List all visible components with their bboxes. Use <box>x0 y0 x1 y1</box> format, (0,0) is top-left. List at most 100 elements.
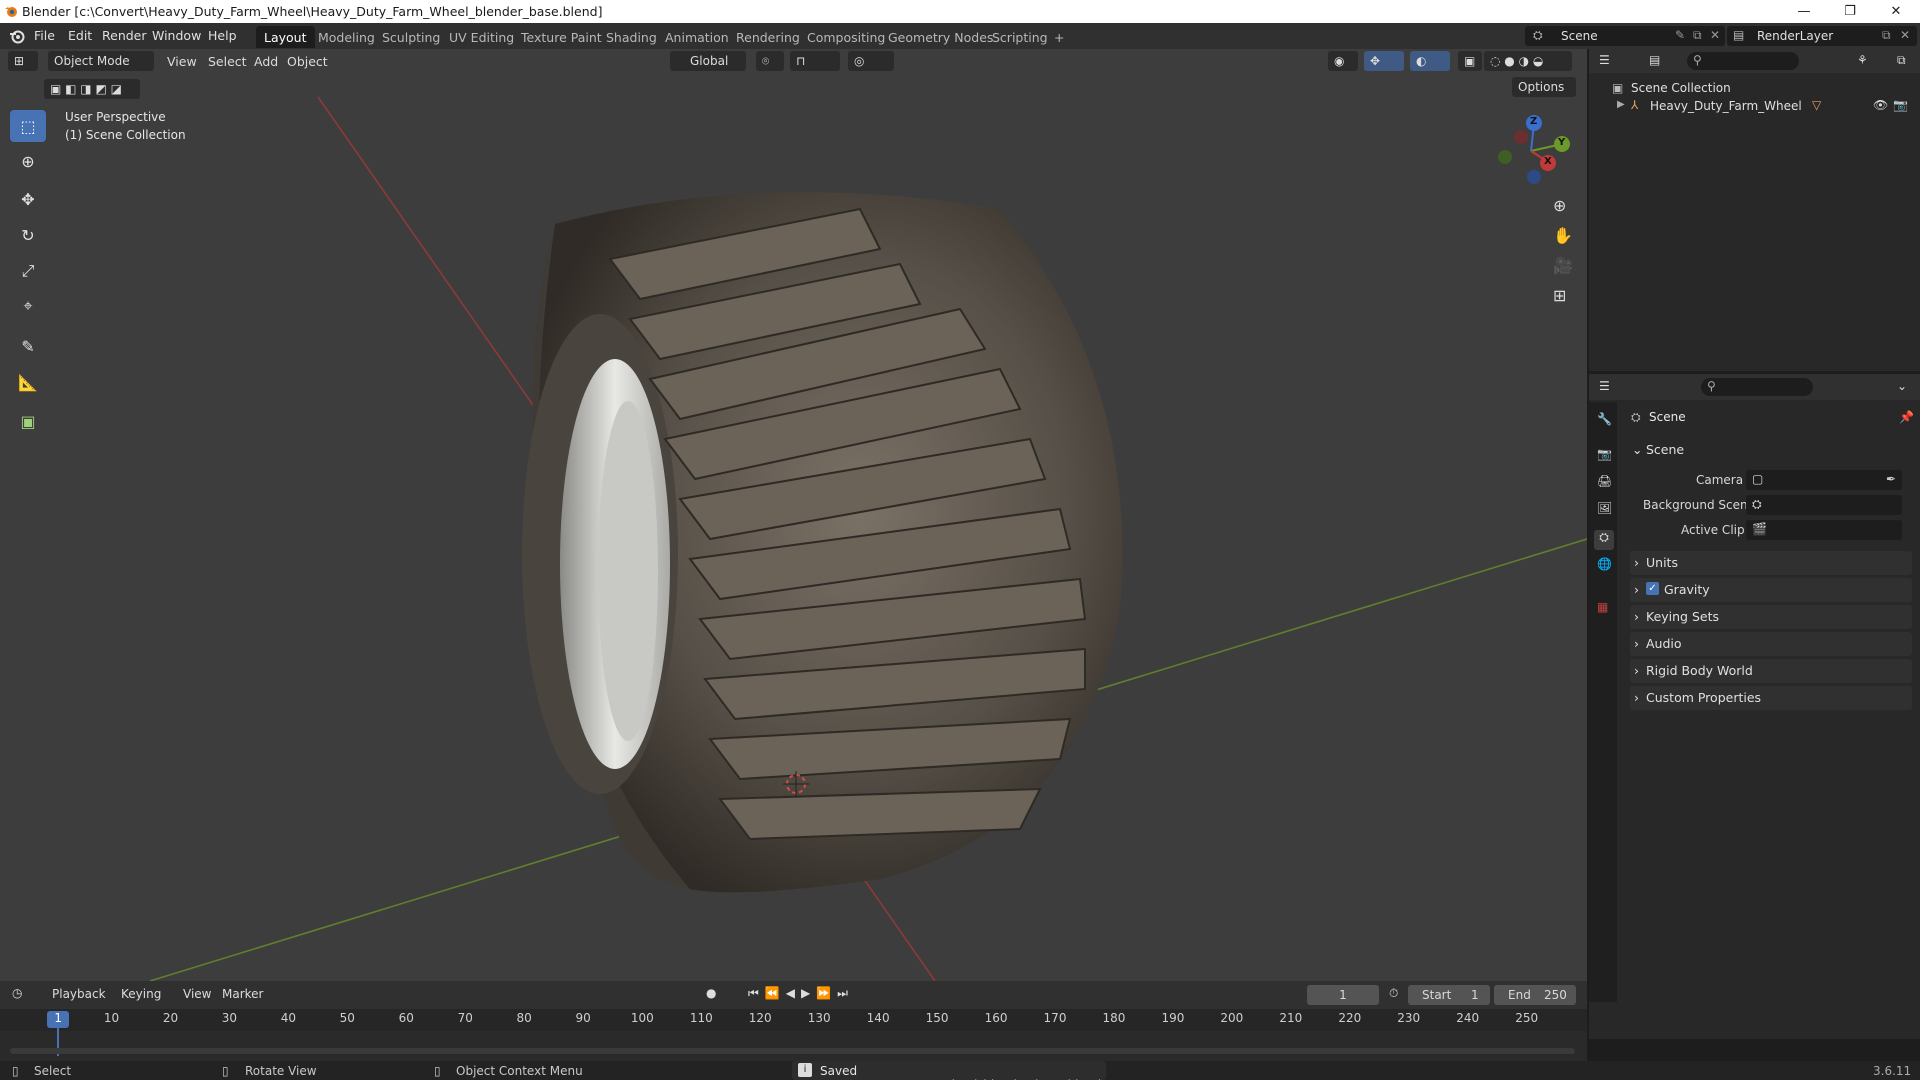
eye-visibility-icon[interactable]: 👁 <box>1873 98 1888 112</box>
display-mode-icon[interactable]: ▤ <box>1649 53 1660 67</box>
minimize-button[interactable]: — <box>1781 0 1827 23</box>
texture-tab-icon[interactable]: ▦ <box>1597 600 1608 614</box>
gravity-panel[interactable]: › ✓ Gravity <box>1630 578 1912 602</box>
delete-layer-icon[interactable]: ✕ <box>1900 28 1910 42</box>
transform-orientation-dropdown[interactable]: Global <box>670 51 746 71</box>
output-tab-icon[interactable]: 🖨 <box>1597 474 1612 488</box>
background-scene-field[interactable]: ⛭ <box>1746 495 1902 515</box>
tab-shading[interactable]: Shading <box>598 26 665 48</box>
editor-type-icon[interactable]: ⊞ <box>8 51 38 71</box>
eyedropper-icon[interactable]: ✒ <box>1886 472 1896 486</box>
cursor-tool[interactable]: ⊕ <box>10 145 46 177</box>
tab-uv-editing[interactable]: UV Editing <box>441 26 522 48</box>
menu-edit[interactable]: Edit <box>68 28 92 43</box>
tab-layout[interactable]: Layout <box>256 26 315 48</box>
zoom-icon[interactable]: ⊕ <box>1553 196 1566 215</box>
menu-object[interactable]: Object <box>287 54 328 69</box>
tab-animation[interactable]: Animation <box>657 26 737 48</box>
end-frame-field[interactable]: End 250 <box>1494 985 1576 1005</box>
snap-icon[interactable]: ⊓ <box>790 51 840 71</box>
scene-collection-label[interactable]: Scene Collection <box>1631 81 1731 95</box>
renderlayer-selector[interactable]: RenderLayer ▤ ⧉ ✕ <box>1727 26 1917 46</box>
close-button[interactable]: ✕ <box>1873 0 1919 23</box>
menu-file[interactable]: File <box>34 28 55 43</box>
rigid-body-world-panel[interactable]: › Rigid Body World <box>1630 659 1912 683</box>
pin-icon[interactable]: ✎ <box>1675 28 1685 42</box>
measure-tool[interactable]: 📐 <box>10 366 46 398</box>
render-tab-icon[interactable]: 📷 <box>1597 447 1612 461</box>
select-mode-icons[interactable]: ▣ ◧ ◨ ◩ ◪ <box>44 79 140 99</box>
start-frame-field[interactable]: Start 1 <box>1408 985 1490 1005</box>
transform-tool[interactable]: ⌖ <box>10 290 46 322</box>
outliner-search-input[interactable]: ⚲ <box>1687 52 1799 70</box>
move-tool[interactable]: ✥ <box>10 183 46 215</box>
scene-tab-icon[interactable]: ⛭ <box>1594 530 1614 550</box>
menu-window[interactable]: Window <box>152 28 201 43</box>
proportional-edit-icon[interactable]: ◎ <box>848 51 894 71</box>
rotate-tool[interactable]: ↻ <box>10 219 46 251</box>
menu-timeline-view[interactable]: View <box>183 987 211 1001</box>
render-camera-icon[interactable]: 📷 <box>1893 98 1908 112</box>
annotate-tool[interactable]: ✎ <box>10 330 46 362</box>
current-frame-field[interactable]: 1 <box>1307 985 1379 1005</box>
filter-icon[interactable]: ⚘ <box>1857 53 1868 67</box>
tab-scripting[interactable]: Scripting <box>984 26 1056 48</box>
properties-dropdown-icon[interactable]: ⌄ <box>1897 379 1907 393</box>
view-layer-tab-icon[interactable]: 🖼 <box>1597 501 1612 515</box>
active-clip-field[interactable]: 🎬 <box>1746 520 1902 540</box>
timeline-scrollbar[interactable] <box>10 1048 1575 1054</box>
audio-panel[interactable]: › Audio <box>1630 632 1912 656</box>
xray-icon[interactable]: ▣ <box>1458 51 1482 71</box>
playback-controls[interactable]: ⏮⏪◀▶⏩⏭ <box>748 986 854 1001</box>
blender-menu-icon[interactable] <box>9 28 25 44</box>
visibility-icon[interactable]: ◉ <box>1328 51 1358 71</box>
tab-rendering[interactable]: Rendering <box>728 26 808 48</box>
tab-sculpting[interactable]: Sculpting <box>374 26 448 48</box>
pivot-point-icon[interactable]: ⌾ <box>756 51 784 71</box>
menu-view[interactable]: View <box>167 54 197 69</box>
maximize-button[interactable]: ❐ <box>1827 0 1873 23</box>
menu-render[interactable]: Render <box>102 28 147 43</box>
ortho-grid-icon[interactable]: ⊞ <box>1553 286 1566 305</box>
menu-help[interactable]: Help <box>208 28 237 43</box>
add-workspace-button[interactable]: + <box>1046 26 1072 48</box>
shading-mode-icons[interactable]: ◌ ● ◑ ◒ <box>1484 51 1572 71</box>
properties-editor-icon[interactable]: ☰ <box>1599 379 1610 393</box>
gravity-checkbox[interactable]: ✓ <box>1646 582 1659 595</box>
auto-keying-icon[interactable]: ● <box>706 986 716 1000</box>
pan-hand-icon[interactable]: ✋ <box>1553 226 1573 245</box>
scale-tool[interactable]: ⤢ <box>10 255 46 287</box>
tire-mesh[interactable] <box>522 192 1123 893</box>
keying-sets-panel[interactable]: › Keying Sets <box>1630 605 1912 629</box>
new-layer-icon[interactable]: ⧉ <box>1882 28 1891 43</box>
menu-keying[interactable]: Keying <box>121 987 161 1001</box>
scene-selector[interactable]: Scene ⛭ ✎ ⧉ ✕ <box>1525 26 1725 46</box>
expand-arrow-icon[interactable]: ▶ <box>1617 99 1625 110</box>
select-box-tool[interactable]: ⬚ <box>10 110 46 142</box>
timeline-editor-icon[interactable]: ◷ <box>12 986 22 1000</box>
camera-view-icon[interactable]: 🎥 <box>1553 256 1573 275</box>
units-panel[interactable]: › Units <box>1630 551 1912 575</box>
frame-range-clock-icon[interactable]: ⏱ <box>1389 986 1398 1001</box>
gizmo-toggle-icon[interactable]: ✥ <box>1364 51 1404 71</box>
tab-modeling[interactable]: Modeling <box>310 26 383 48</box>
options-dropdown[interactable]: Options <box>1512 77 1576 97</box>
pin-properties-icon[interactable]: 📌 <box>1899 410 1914 424</box>
world-tab-icon[interactable]: 🌐 <box>1597 557 1612 571</box>
menu-add[interactable]: Add <box>254 54 278 69</box>
properties-search-input[interactable]: ⚲ <box>1701 378 1813 396</box>
scene-section-header[interactable]: ⌄ Scene <box>1630 438 1912 462</box>
menu-playback[interactable]: Playback <box>52 987 106 1001</box>
new-scene-icon[interactable]: ⧉ <box>1693 28 1702 43</box>
camera-field[interactable]: ▢ ✒ <box>1746 470 1902 490</box>
overlay-toggle-icon[interactable]: ◐ <box>1410 51 1450 71</box>
custom-properties-panel[interactable]: › Custom Properties <box>1630 686 1912 710</box>
new-collection-icon[interactable]: ⧉ <box>1897 53 1906 68</box>
menu-marker[interactable]: Marker <box>222 987 263 1001</box>
delete-scene-icon[interactable]: ✕ <box>1710 28 1720 42</box>
tool-tab-icon[interactable]: 🔧 <box>1597 412 1612 426</box>
outliner-editor-icon[interactable]: ☰ <box>1599 53 1610 67</box>
3d-viewport[interactable]: Z Y X <box>0 49 1587 981</box>
outliner-row[interactable]: ▶ ⅄ Heavy_Duty_Farm_Wheel ▽ 👁 📷 <box>1589 97 1920 117</box>
object-mode-dropdown[interactable]: Object Mode <box>48 51 154 71</box>
